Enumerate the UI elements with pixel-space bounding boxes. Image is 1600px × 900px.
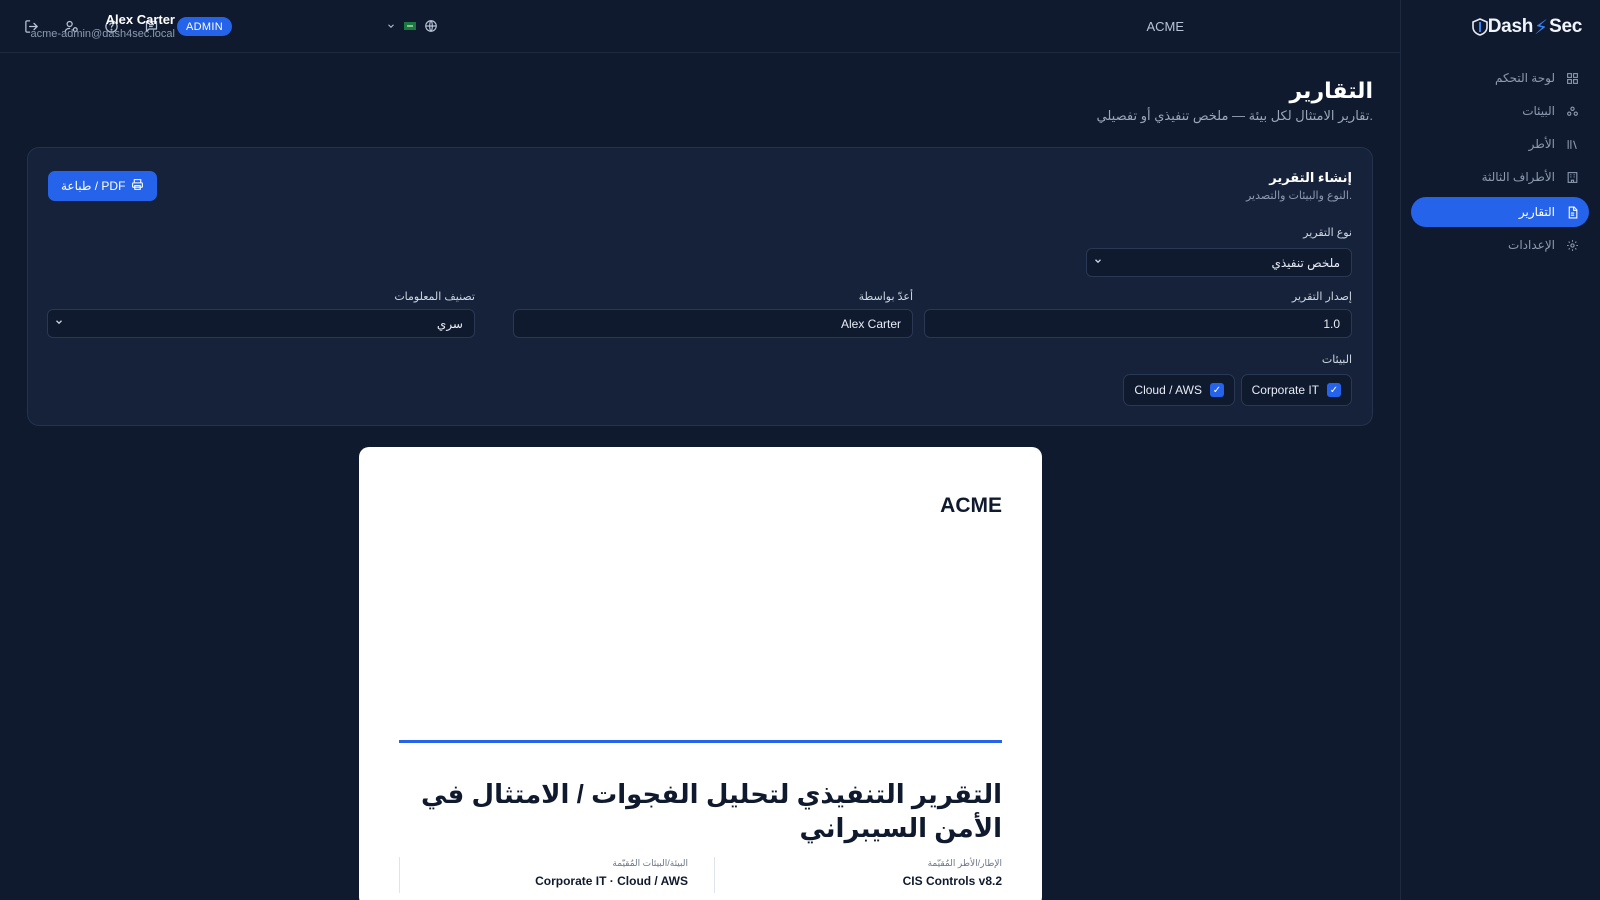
shield-logo-icon <box>1471 18 1488 36</box>
card-title: إنشاء التقرير <box>1269 170 1352 185</box>
sidebar: Dash ⚡ Sec لوحة التحكم البيئات الأطر الأ… <box>1400 0 1600 900</box>
version-label: إصدار التقرير <box>1291 291 1352 303</box>
chevron-down-icon <box>1093 256 1103 269</box>
grid-icon <box>1565 71 1579 85</box>
bolt-icon: ⚡ <box>1534 16 1549 39</box>
meta-divider <box>399 857 400 893</box>
sidebar-item-settings[interactable]: الإعدادات <box>1411 230 1589 260</box>
gear-icon <box>1565 238 1579 252</box>
prepared-by-input[interactable]: Alex Carter <box>513 309 913 338</box>
environment-label: البيئة/البيئات المُقيّمة <box>612 858 688 868</box>
printer-icon <box>131 178 144 194</box>
page-title: التقارير <box>1289 78 1374 103</box>
prepared-by-label: أعدّ بواسطة <box>858 291 913 303</box>
environments-label: البيئات <box>1321 354 1352 366</box>
checkbox-checked-icon: ✓ <box>1327 383 1341 397</box>
logo-text-left: Dash <box>1487 16 1534 37</box>
environments-icon <box>1565 104 1579 118</box>
version-input[interactable]: 1.0 <box>924 309 1352 338</box>
user-email: acme-admin@dash4sec.local <box>30 28 175 40</box>
report-type-value: ملخص تنفيذي <box>1271 255 1340 270</box>
chevron-down-icon[interactable] <box>385 16 397 36</box>
sidebar-item-label: الأطراف الثالثة <box>1481 170 1555 184</box>
sidebar-item-frameworks[interactable]: الأطر <box>1411 129 1589 159</box>
sidebar-item-environments[interactable]: البيئات <box>1411 96 1589 126</box>
preview-environment: البيئة/البيئات المُقيّمة Corporate IT · … <box>535 858 688 888</box>
page-subtitle: تقارير الامتثال لكل بيئة — ملخص تنفيذي أ… <box>1096 108 1373 123</box>
report-type-label: نوع التقرير <box>1303 227 1352 239</box>
prepared-by-value: Alex Carter <box>840 316 901 331</box>
top-bar: ADMIN Alex Carter acme-admin@dash4sec.lo… <box>0 0 1400 53</box>
classification-label: تصنيف المعلومات <box>394 291 475 303</box>
sidebar-item-third-parties[interactable]: الأطراف الثالثة <box>1411 162 1589 192</box>
library-icon <box>1565 137 1579 151</box>
building-icon <box>1565 170 1579 184</box>
environment-value: Corporate IT · Cloud / AWS <box>535 874 688 888</box>
framework-value: CIS Controls v8.2 <box>902 874 1002 888</box>
chevron-down-icon <box>54 317 64 330</box>
user-name: Alex Carter <box>105 12 175 27</box>
sidebar-item-label: التقارير <box>1518 205 1555 219</box>
environment-checkbox-cloud-aws[interactable]: ✓ Cloud / AWS <box>1123 374 1235 406</box>
saudi-flag-icon[interactable] <box>403 16 417 36</box>
tenant-name: ACME <box>1146 19 1184 34</box>
sidebar-item-reports[interactable]: التقارير <box>1411 197 1589 227</box>
preview-title: التقرير التنفيذي لتحليل الفجوات / الامتث… <box>420 779 1002 843</box>
logo-text-right: Sec <box>1549 16 1582 37</box>
preview-framework: الإطار/الأطر المُقيّمة CIS Controls v8.2 <box>903 858 1002 888</box>
role-badge: ADMIN <box>177 17 232 36</box>
sidebar-item-label: البيئات <box>1522 104 1555 118</box>
environment-label: Cloud / AWS <box>1134 383 1202 397</box>
classification-select[interactable]: سري <box>47 309 475 338</box>
dash4sec-logo[interactable]: Dash ⚡ Sec <box>1471 14 1582 40</box>
report-type-select[interactable]: ملخص تنفيذي <box>1086 248 1352 277</box>
print-pdf-button[interactable]: طباعة / PDF <box>48 171 158 201</box>
card-subtitle: النوع والبيئات والتصدير. <box>1245 190 1352 202</box>
preview-divider <box>399 740 1002 743</box>
report-preview: ACME التقرير التنفيذي لتحليل الفجوات / ا… <box>359 447 1042 900</box>
sidebar-item-label: لوحة التحكم <box>1494 71 1555 85</box>
sidebar-item-label: الأطر <box>1528 137 1555 151</box>
framework-label: الإطار/الأطر المُقيّمة <box>927 858 1002 868</box>
report-builder-card: إنشاء التقرير النوع والبيئات والتصدير. ط… <box>27 147 1373 426</box>
preview-brand: ACME <box>940 494 1002 517</box>
version-value: 1.0 <box>1323 316 1340 331</box>
report-icon <box>1565 205 1579 219</box>
checkbox-checked-icon: ✓ <box>1210 383 1224 397</box>
print-label: طباعة / PDF <box>61 179 126 193</box>
meta-divider <box>714 857 715 893</box>
environment-checkbox-corporate-it[interactable]: ✓ Corporate IT <box>1240 374 1352 406</box>
environment-label: Corporate IT <box>1251 383 1319 397</box>
globe-icon[interactable] <box>421 16 441 36</box>
sidebar-item-label: الإعدادات <box>1508 238 1555 252</box>
sidebar-item-dashboard[interactable]: لوحة التحكم <box>1411 63 1589 93</box>
classification-value: سري <box>436 316 463 331</box>
